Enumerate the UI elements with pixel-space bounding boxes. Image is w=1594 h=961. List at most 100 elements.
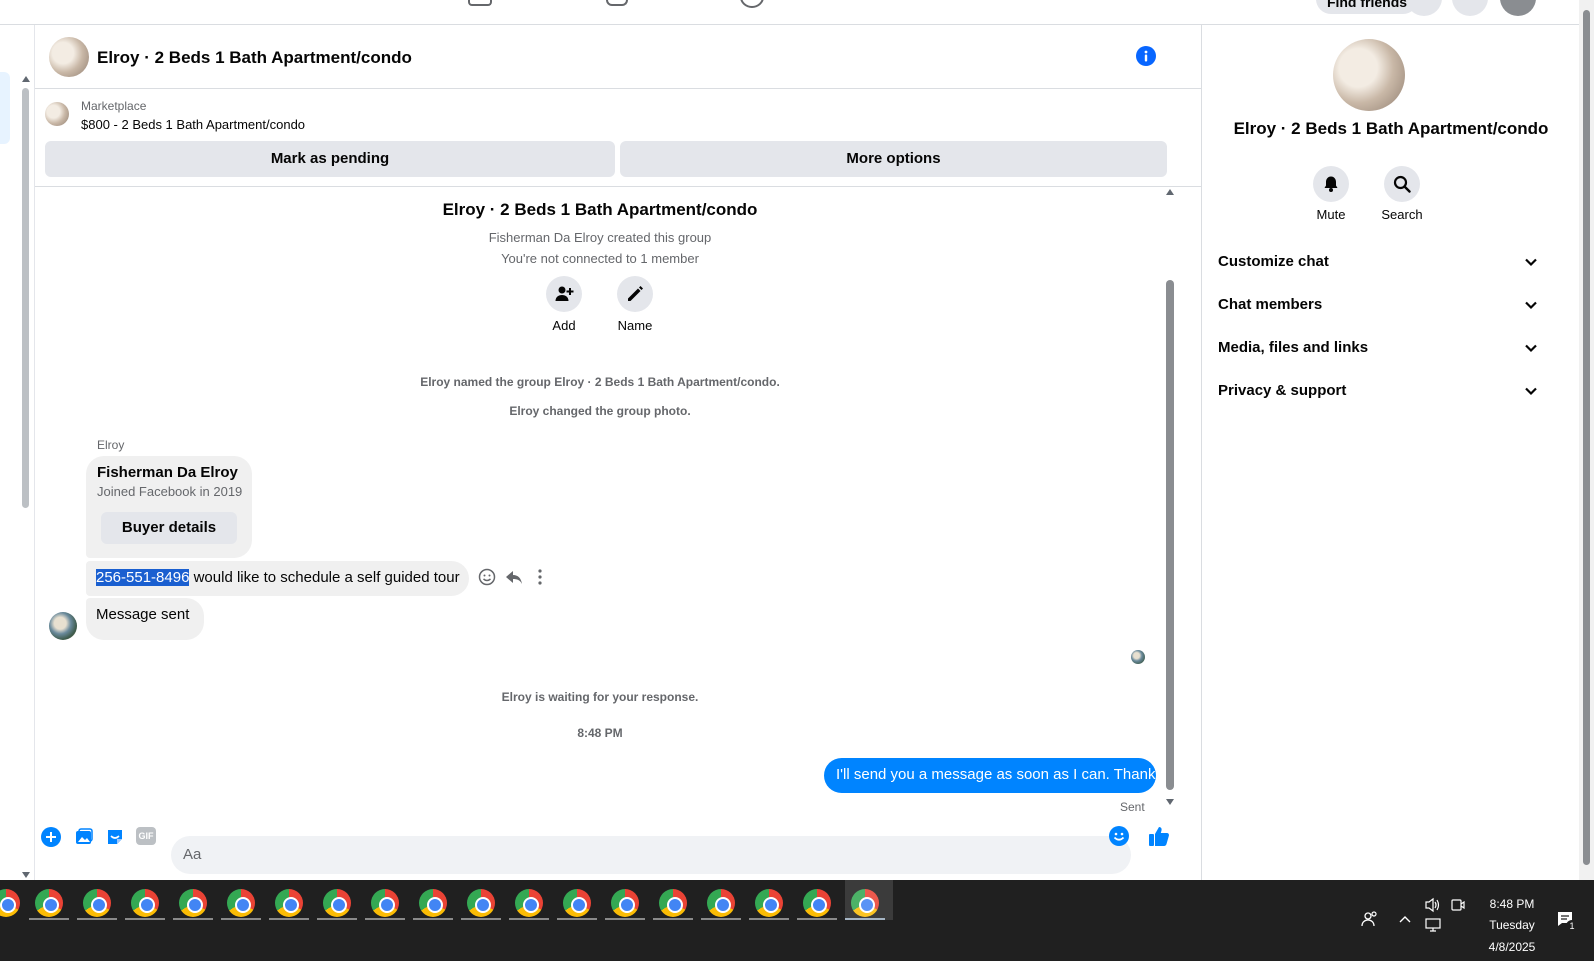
chevron-up-icon[interactable]: [1398, 912, 1412, 926]
waiting-note: Elroy is waiting for your response.: [501, 690, 699, 704]
panel-group-avatar[interactable]: [1333, 39, 1405, 111]
chat-members-section[interactable]: Chat members: [1202, 294, 1564, 330]
chrome-icon[interactable]: [323, 889, 351, 917]
clock-day[interactable]: Tuesday: [1482, 918, 1542, 932]
taskbar-running-indicator: [509, 918, 549, 920]
thread-scroll-up[interactable]: [1166, 189, 1174, 195]
meet-now-icon[interactable]: [1450, 897, 1466, 913]
taskbar-running-indicator: [749, 918, 789, 920]
thread-scrollbar[interactable]: [1166, 280, 1174, 790]
clock-time[interactable]: 8:48 PM: [1482, 897, 1542, 911]
gif-icon[interactable]: GIF: [136, 827, 156, 845]
marketplace-listing-bar: Marketplace $800 - 2 Beds 1 Bath Apartme…: [35, 89, 1201, 187]
mark-pending-button[interactable]: Mark as pending: [45, 141, 615, 177]
customize-chat-section[interactable]: Customize chat: [1202, 251, 1564, 287]
scroll-down-arrow[interactable]: [22, 872, 30, 878]
bell-icon: [1324, 176, 1338, 192]
message-bubble[interactable]: 256-551-8496 would like to schedule a se…: [86, 561, 469, 596]
chrome-icon[interactable]: [611, 889, 639, 917]
mute-label: Mute: [1316, 207, 1346, 222]
name-group-button[interactable]: [617, 276, 653, 312]
timestamp: 8:48 PM: [577, 726, 623, 740]
left-scrollbar[interactable]: [22, 88, 29, 508]
profile-name[interactable]: Fisherman Da Elroy: [97, 464, 238, 481]
more-options-button[interactable]: More options: [620, 141, 1167, 177]
chrome-icon[interactable]: [83, 889, 111, 917]
name-label: Name: [617, 318, 653, 333]
chrome-icon[interactable]: [515, 889, 543, 917]
listing-thumbnail[interactable]: [45, 102, 69, 126]
buyer-details-button[interactable]: Buyer details: [101, 512, 237, 544]
chrome-icon[interactable]: [227, 889, 255, 917]
conversation-details-panel: Elroy · 2 Beds 1 Bath Apartment/condo Mu…: [1201, 25, 1579, 880]
info-icon[interactable]: [1136, 46, 1156, 66]
listing-title[interactable]: $800 - 2 Beds 1 Bath Apartment/condo: [81, 117, 305, 132]
sticker-icon[interactable]: [105, 827, 125, 847]
chrome-icon[interactable]: [755, 889, 783, 917]
add-member-button[interactable]: [546, 276, 582, 312]
phone-number-highlight[interactable]: 256-551-8496: [96, 569, 190, 586]
search-button[interactable]: [1384, 166, 1420, 202]
nav-icon-gaming[interactable]: [740, 0, 764, 8]
thumbs-up-icon[interactable]: [1148, 825, 1170, 847]
chrome-icon[interactable]: [707, 889, 735, 917]
mute-button[interactable]: [1313, 166, 1349, 202]
pencil-icon: [628, 286, 643, 301]
chrome-icon[interactable]: [467, 889, 495, 917]
taskbar-running-indicator: [413, 918, 453, 920]
reply-icon[interactable]: [505, 568, 523, 586]
taskbar-running-indicator: [461, 918, 501, 920]
message-input[interactable]: Aa: [171, 836, 1131, 874]
media-files-links-section[interactable]: Media, files and links: [1202, 337, 1564, 373]
nav-icon-marketplace[interactable]: [468, 0, 492, 6]
privacy-support-section[interactable]: Privacy & support: [1202, 380, 1564, 416]
chrome-icon[interactable]: [131, 889, 159, 917]
chrome-icon[interactable]: [803, 889, 831, 917]
account-avatar[interactable]: [1500, 0, 1536, 16]
network-icon[interactable]: [1424, 917, 1442, 933]
sender-avatar[interactable]: [49, 612, 77, 640]
add-person-icon: [555, 286, 574, 301]
taskbar-running-indicator: [365, 918, 405, 920]
more-icon[interactable]: [536, 568, 544, 586]
plus-icon[interactable]: [41, 827, 61, 847]
chat-title[interactable]: Elroy · 2 Beds 1 Bath Apartment/condo: [97, 48, 412, 68]
message-sent-bubble[interactable]: Message sent: [86, 598, 204, 640]
top-nav: Find friends: [0, 0, 1594, 25]
chrome-icon[interactable]: [659, 889, 687, 917]
left-sidebar-edge: [0, 25, 35, 880]
gallery-icon[interactable]: [74, 827, 94, 847]
chrome-icon[interactable]: [275, 889, 303, 917]
clock-date[interactable]: 4/8/2025: [1478, 940, 1546, 954]
search-icon: [1393, 175, 1411, 193]
page-scrollbar[interactable]: [1579, 0, 1594, 880]
taskbar-running-indicator: [557, 918, 597, 920]
nav-icon-groups[interactable]: [606, 0, 628, 6]
chrome-icon[interactable]: [371, 889, 399, 917]
people-icon[interactable]: [1361, 910, 1379, 928]
read-receipt-avatar: [1131, 650, 1145, 664]
chat-header: Elroy · 2 Beds 1 Bath Apartment/condo: [35, 25, 1201, 89]
my-reply-bubble[interactable]: I'll send you a message as soon as I can…: [824, 758, 1163, 793]
emoji-icon[interactable]: [478, 568, 496, 586]
find-friends-button[interactable]: Find friends: [1316, 0, 1418, 14]
chrome-icon[interactable]: [563, 889, 591, 917]
scroll-up-arrow[interactable]: [22, 76, 30, 82]
taskbar-running-indicator: [269, 918, 309, 920]
composer-emoji-icon[interactable]: [1109, 826, 1129, 846]
created-note: Fisherman Da Elroy created this group: [488, 230, 712, 245]
notifications-button[interactable]: [1452, 0, 1488, 16]
group-avatar[interactable]: [49, 37, 89, 77]
chrome-icon[interactable]: [419, 889, 447, 917]
page-scroll-thumb[interactable]: [1583, 10, 1590, 865]
thread-scroll-down[interactable]: [1166, 799, 1174, 805]
volume-icon[interactable]: [1424, 897, 1442, 913]
chrome-icon[interactable]: [35, 889, 63, 917]
message-text: would like to schedule a self guided tou…: [189, 569, 460, 586]
section-label: Chat members: [1218, 296, 1323, 313]
chrome-icon[interactable]: [179, 889, 207, 917]
taskbar-running-indicator: [317, 918, 357, 920]
taskbar-running-indicator: [221, 918, 261, 920]
menu-button[interactable]: [1406, 0, 1442, 16]
section-label: Privacy & support: [1218, 382, 1347, 399]
